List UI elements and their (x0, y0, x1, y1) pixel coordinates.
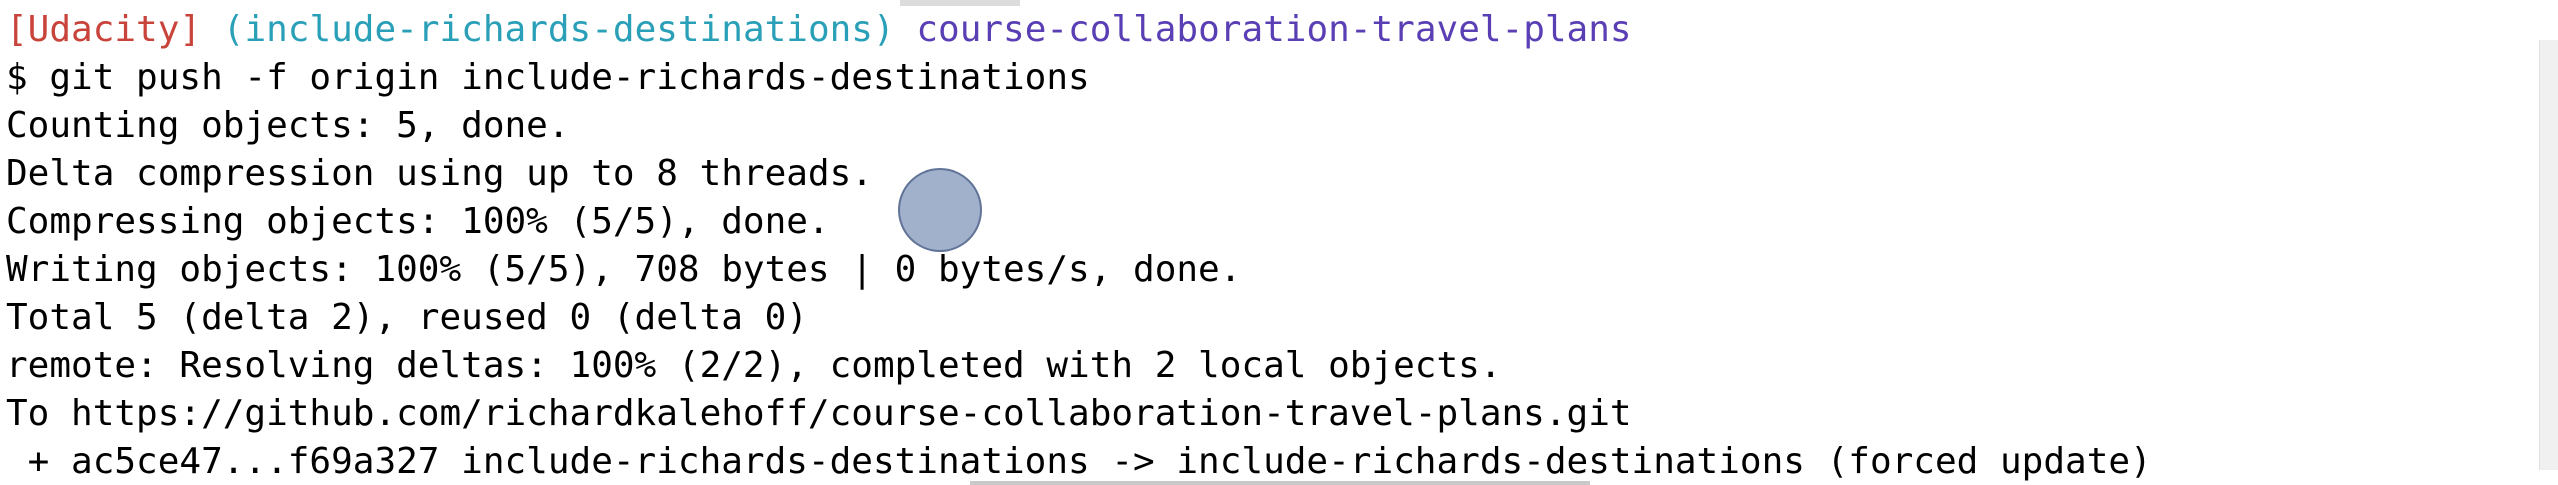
output-line: + ac5ce47...f69a327 include-richards-des… (6, 441, 2152, 482)
output-line: Delta compression using up to 8 threads. (6, 153, 873, 194)
prompt-user: [Udacity] (6, 9, 202, 50)
prompt-line: [Udacity] (include-richards-destinations… (6, 6, 2558, 54)
output-line: Counting objects: 5, done. (6, 105, 570, 146)
bottom-edge-bar (970, 481, 1590, 485)
output-line: Compressing objects: 100% (5/5), done. (6, 201, 830, 242)
output-line: Total 5 (delta 2), reused 0 (delta 0) (6, 297, 808, 338)
terminal-window[interactable]: [Udacity] (include-richards-destinations… (0, 0, 2558, 485)
output-line: To https://github.com/richardkalehoff/co… (6, 393, 1632, 434)
prompt-repo: course-collaboration-travel-plans (916, 9, 1632, 50)
output-line: remote: Resolving deltas: 100% (2/2), co… (6, 345, 1502, 386)
vertical-scrollbar[interactable] (2539, 40, 2558, 470)
output-line: Writing objects: 100% (5/5), 708 bytes |… (6, 249, 1242, 290)
command-line: $ git push -f origin include-richards-de… (6, 57, 1090, 98)
mouse-cursor-indicator (898, 168, 982, 252)
top-edge-fragment (900, 0, 1020, 6)
prompt-branch: (include-richards-destinations) (222, 9, 895, 50)
